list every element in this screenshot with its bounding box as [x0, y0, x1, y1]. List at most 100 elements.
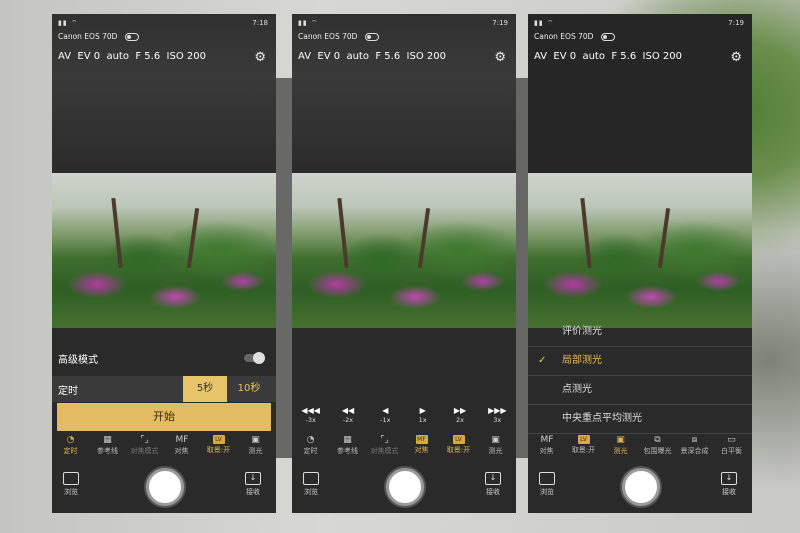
gear-icon[interactable]: ⚙ — [494, 50, 506, 65]
zoom-plus-1[interactable]: ▶ 1x — [410, 406, 436, 434]
tool-label: 取景:开 — [446, 446, 471, 454]
tool-timer[interactable]: ◔ 定时 — [292, 432, 329, 460]
tool-label: 参考线 — [97, 447, 118, 455]
metering-center-weighted[interactable]: 中央重点平均测光 — [528, 405, 752, 434]
tool-label: 包围曝光 — [643, 447, 672, 455]
status-time: 7:18 — [252, 19, 268, 27]
live-view-image — [52, 173, 276, 328]
gallery-icon — [303, 472, 319, 485]
metering-icon: ▣ — [491, 435, 500, 445]
zoom-strip: ◀◀◀ -3x ◀◀ -2x ◀ -1x ▶ 1x ▶▶ 2x ▶▶▶ 3x — [292, 406, 516, 434]
gallery-icon — [539, 472, 555, 485]
download-icon: ↓ — [485, 472, 501, 485]
receive-button[interactable]: ↓ 接收 — [716, 472, 742, 497]
tool-focus[interactable]: MF 对焦 — [163, 432, 200, 460]
tool-label: 对焦 — [174, 447, 189, 455]
zoom-label: 3x — [493, 416, 502, 424]
tool-label: 测光 — [613, 447, 628, 455]
advanced-mode-label: 高级模式 — [58, 354, 98, 366]
tool-metering[interactable]: ▣ 测光 — [237, 432, 274, 460]
tool-liveview[interactable]: LV 取景:开 — [200, 432, 237, 460]
tool-gridlines[interactable]: ▦ 参考线 — [89, 432, 126, 460]
metering-partial[interactable]: ✓ 局部测光 — [528, 347, 752, 376]
tool-label: 取景:开 — [206, 446, 231, 454]
tool-timer[interactable]: ◔ 定时 — [52, 432, 89, 460]
camera-name-row: Canon EOS 70D — [534, 32, 616, 41]
browse-button[interactable]: 浏览 — [58, 472, 84, 497]
menu-label: 局部测光 — [562, 355, 602, 366]
aperture-value: F 5.6 — [135, 51, 161, 62]
iso-value: ISO 200 — [406, 51, 446, 62]
menu-label: 点测光 — [562, 384, 592, 395]
toolbar: ◔ 定时 ▦ 参考线 ⌜⌟ 对焦模式 MF 对焦 LV 取景:开 ▣ 测光 ⧉包围 — [52, 432, 276, 460]
rewind-icon: ◀◀◀ — [301, 406, 320, 415]
lv-icon: LV — [452, 435, 465, 444]
wb-icon: ▭ — [727, 435, 736, 445]
battery-icon — [365, 32, 380, 41]
tool-focus-stack[interactable]: ⧈ 景深合成 — [676, 432, 713, 460]
exposure-params: AV EV 0 auto F 5.6 ISO 200 — [298, 51, 446, 62]
camera-name: Canon EOS 70D — [58, 32, 118, 41]
metering-icon: ▣ — [616, 435, 625, 445]
zoom-plus-2[interactable]: ▶▶ 2x — [447, 406, 473, 434]
tool-focus-mode[interactable]: ⌜⌟ 对焦模式 — [126, 432, 163, 460]
mode-value: AV — [534, 51, 548, 62]
phone-screen-metering: ▮▮ ⌔ 7:19 Canon EOS 70D AV EV 0 auto F 5… — [528, 14, 752, 513]
lv-icon: LV — [212, 435, 225, 444]
tool-liveview[interactable]: LV 取景:开 — [565, 432, 602, 460]
lv-icon: LV — [577, 435, 590, 444]
advanced-mode-toggle[interactable] — [244, 352, 265, 364]
timer-option-10s[interactable]: 10秒 — [227, 376, 271, 402]
shutter-button[interactable] — [622, 468, 660, 506]
checkmark-icon: ✓ — [538, 355, 547, 366]
menu-label: 中央重点平均测光 — [562, 413, 642, 424]
zoom-label: 2x — [455, 416, 464, 424]
tool-focus-mode[interactable]: ⌜⌟ 对焦模式 — [366, 432, 403, 460]
timer-label: 定时 — [58, 386, 78, 397]
grid-icon: ▦ — [343, 435, 352, 445]
shutter-button[interactable] — [146, 468, 184, 506]
browse-button[interactable]: 浏览 — [298, 472, 324, 497]
gear-icon[interactable]: ⚙ — [254, 50, 266, 65]
phone-screen-zoom: ▮▮ ⌔ 7:19 Canon EOS 70D AV EV 0 auto F 5… — [292, 14, 516, 513]
tool-more[interactable]: ▤画 — [750, 432, 752, 460]
browse-label: 浏览 — [540, 488, 554, 496]
metering-evaluative[interactable]: 评价测光 — [528, 318, 752, 347]
timer-option-5s[interactable]: 5秒 — [183, 376, 227, 402]
ev-value: EV 0 — [317, 51, 341, 62]
zoom-minus-1[interactable]: ◀ -1x — [372, 406, 398, 434]
tool-white-balance[interactable]: ▭ 白平衡 — [713, 432, 750, 460]
mf-icon: MF — [540, 435, 554, 445]
camera-name: Canon EOS 70D — [534, 32, 594, 41]
tool-focus[interactable]: MF 对焦 — [403, 432, 440, 460]
zoom-minus-2[interactable]: ◀◀ -2x — [335, 406, 361, 434]
tool-bracket[interactable]: ⧉包围 — [274, 432, 276, 460]
left-icon: ◀ — [382, 406, 389, 415]
signal-icon: ▮▮ ⌔ — [58, 18, 79, 27]
tool-gridlines[interactable]: ▦ 参考线 — [329, 432, 366, 460]
right-icon: ▶ — [419, 406, 426, 415]
tool-label: 定时 — [303, 447, 318, 455]
iso-value: ISO 200 — [642, 51, 682, 62]
zoom-minus-3[interactable]: ◀◀◀ -3x — [298, 406, 324, 434]
receive-button[interactable]: ↓ 接收 — [240, 472, 266, 497]
tool-focus[interactable]: MF 对焦 — [528, 432, 565, 460]
zoom-plus-3[interactable]: ▶▶▶ 3x — [484, 406, 510, 434]
metering-spot[interactable]: 点测光 — [528, 376, 752, 405]
ev-value: EV 0 — [77, 51, 101, 62]
toolbar: MF 对焦 LV 取景:开 ▣ 测光 ⧉ 包围曝光 ⧈ 景深合成 ▭ 白平衡 ▤画 — [528, 432, 752, 460]
rewind-icon: ◀◀ — [341, 406, 355, 415]
tool-bracket[interactable]: ⧉ 包围曝光 — [639, 432, 676, 460]
shutter-button[interactable] — [386, 468, 424, 506]
tool-metering[interactable]: ▣ 测光 — [602, 432, 639, 460]
tool-metering[interactable]: ▣ 测光 — [477, 432, 514, 460]
tool-liveview[interactable]: LV 取景:开 — [440, 432, 477, 460]
download-icon: ↓ — [245, 472, 261, 485]
receive-label: 接收 — [246, 488, 260, 496]
tool-bracket[interactable]: ⧉包围 — [514, 432, 516, 460]
receive-button[interactable]: ↓ 接收 — [480, 472, 506, 497]
tool-label: 对焦模式 — [130, 447, 159, 455]
start-button[interactable]: 开始 — [57, 403, 271, 431]
gear-icon[interactable]: ⚙ — [730, 50, 742, 65]
browse-button[interactable]: 浏览 — [534, 472, 560, 497]
